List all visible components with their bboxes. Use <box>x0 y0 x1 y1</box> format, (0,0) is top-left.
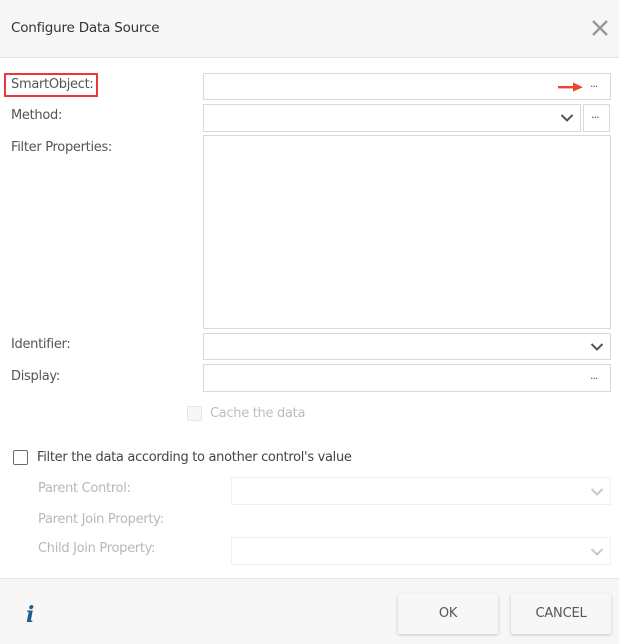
parent-control-label: Parent Control: <box>38 481 131 496</box>
dialog-header: Configure Data Source <box>0 0 619 58</box>
cache-checkbox[interactable] <box>187 406 202 421</box>
method-label: Method: <box>11 108 63 123</box>
parent-control-select[interactable] <box>231 477 611 505</box>
info-icon[interactable]: i <box>26 602 34 628</box>
method-browse-button[interactable]: ··· <box>583 104 610 132</box>
chevron-down-icon <box>590 548 604 556</box>
filter-by-control-checkbox[interactable] <box>13 450 28 465</box>
ellipsis-icon: ··· <box>591 111 599 124</box>
filter-by-control-label: Filter the data according to another con… <box>37 450 352 465</box>
parent-join-property-label: Parent Join Property: <box>38 512 164 527</box>
chevron-down-icon[interactable] <box>560 113 574 123</box>
filter-properties-area[interactable] <box>203 135 611 329</box>
close-icon[interactable] <box>588 16 612 40</box>
cancel-button[interactable]: CANCEL <box>511 594 611 634</box>
identifier-label: Identifier: <box>11 337 71 352</box>
ok-button[interactable]: OK <box>398 594 498 634</box>
method-select[interactable] <box>203 104 581 132</box>
dialog-title: Configure Data Source <box>11 20 160 36</box>
display-field[interactable] <box>203 364 611 392</box>
display-label: Display: <box>11 369 60 384</box>
red-arrow-annotation <box>558 82 583 92</box>
chevron-down-icon <box>590 488 604 496</box>
filter-properties-label: Filter Properties: <box>11 140 113 155</box>
smartobject-label: SmartObject: <box>11 77 94 92</box>
cache-label: Cache the data <box>210 406 306 421</box>
identifier-select[interactable] <box>203 333 611 360</box>
smartobject-browse-button[interactable]: ··· <box>590 81 598 92</box>
smartobject-field[interactable] <box>203 73 611 100</box>
chevron-down-icon <box>590 343 604 351</box>
child-join-property-select[interactable] <box>231 537 611 565</box>
child-join-property-label: Child Join Property: <box>38 541 156 556</box>
display-browse-button[interactable]: ··· <box>590 373 598 384</box>
